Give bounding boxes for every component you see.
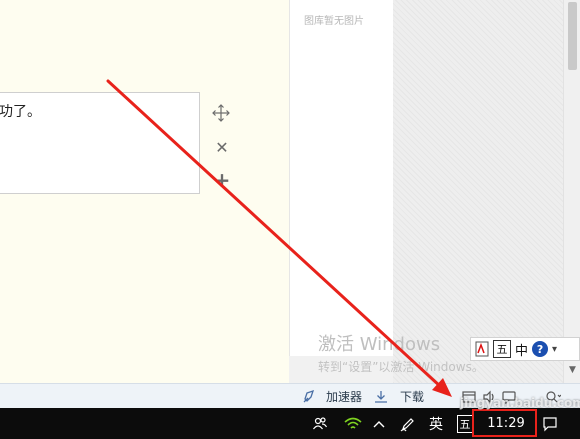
chevron-up-icon[interactable] [370,408,388,439]
move-handle-icon[interactable] [212,104,230,122]
workspace-background [393,0,563,383]
accelerator-button[interactable]: 加速器 [326,384,362,409]
download-button[interactable]: 下载 [400,384,424,409]
scrollbar-thumb[interactable] [568,2,577,70]
clock-highlight-box [472,409,537,437]
download-icon[interactable] [373,384,389,409]
ime-toolbar[interactable]: 五 中 ? ▾ [470,337,580,361]
wifi-icon[interactable] [343,408,363,439]
ime-help-icon[interactable]: ? [532,341,549,357]
scroll-down-arrow-icon[interactable]: ▼ [567,364,578,375]
ime-mode-indicator[interactable]: 英 [427,408,445,439]
ime-chinese-button[interactable]: 中 [515,340,528,359]
activate-windows-subtitle: 转到“设置”以激活 Windows。 [318,360,484,374]
ime-more-icon[interactable]: ▾ [552,340,557,358]
text-box-content[interactable]: 功了。 [0,101,41,121]
people-icon[interactable] [310,408,330,439]
ime-wubi-button[interactable]: 五 [493,340,511,358]
add-icon[interactable]: + [213,168,231,192]
text-box[interactable]: 功了。 [0,92,200,194]
vertical-scrollbar[interactable]: ▼ [563,0,580,383]
site-watermark: jingyan.baidu.com [460,396,580,410]
ime-logo-icon[interactable] [475,340,489,358]
accelerator-icon[interactable] [301,384,317,409]
notification-icon[interactable] [539,408,561,439]
no-image-text: 图库暂无图片 [304,16,364,27]
close-icon[interactable]: ✕ [213,138,231,157]
wubi-label: 五 [456,414,474,433]
activate-windows-title: 激活 Windows [318,334,441,355]
pen-icon[interactable] [398,408,418,439]
image-panel: 图库暂无图片 [289,0,393,356]
